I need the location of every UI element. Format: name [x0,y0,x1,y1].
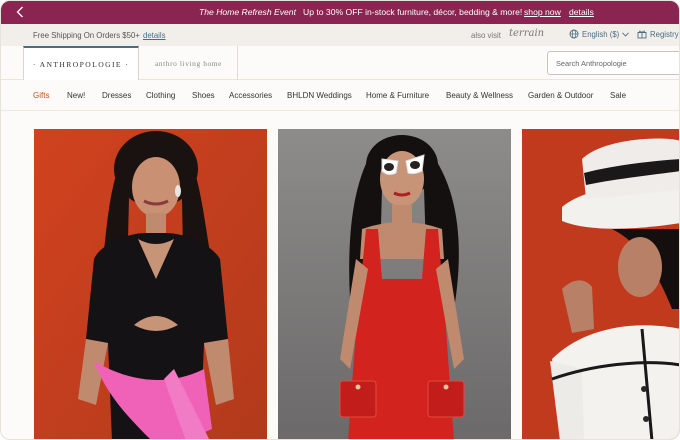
nav-item-new[interactable]: New! [67,91,85,100]
nav-item-accessories[interactable]: Accessories [229,91,272,100]
product-image [278,129,511,439]
product-tile[interactable] [278,129,511,439]
promo-banner: The Home Refresh Event Up to 30% OFF in-… [1,1,679,24]
registry-label: Registry [650,29,679,39]
globe-icon [569,29,579,39]
language-label: English ($) [582,29,620,39]
language-selector[interactable]: English ($) [569,29,630,39]
nav-item-garden-outdoor[interactable]: Garden & Outdoor [528,91,593,100]
promo-details-link[interactable]: details [569,7,594,17]
utility-bar: Free Shipping On Orders $50+ details als… [1,24,679,46]
promo-offer-text: Up to 30% OFF in-stock furniture, décor,… [303,7,523,17]
nav-item-sale[interactable]: Sale [610,91,626,100]
terrain-logo-link[interactable]: terrain [509,28,544,39]
product-tile[interactable] [522,129,679,439]
nav-item-bhldn-weddings[interactable]: BHLDN Weddings [287,91,352,100]
nav-item-gifts[interactable]: Gifts [33,91,49,100]
gift-icon [637,30,647,39]
chevron-left-icon[interactable] [13,5,27,19]
nav-item-home-furniture[interactable]: Home & Furniture [366,91,429,100]
chevron-down-icon [622,31,630,37]
nav-item-clothing[interactable]: Clothing [146,91,175,100]
also-visit-label: also visit [471,31,501,40]
free-shipping-text: Free Shipping On Orders $50+ [33,31,140,40]
product-tile[interactable] [34,129,267,439]
browser-page: The Home Refresh Event Up to 30% OFF in-… [0,0,680,440]
nav-item-shoes[interactable]: Shoes [192,91,215,100]
anthro-living-home-tab[interactable]: anthro living home [140,46,238,80]
search-input[interactable]: Search Anthropologie [547,51,679,75]
brand-row: · ANTHROPOLOGIE · anthro living home Sea… [1,46,679,80]
promo-event-title: The Home Refresh Event [199,7,296,17]
main-navigation: Gifts New! Dresses Clothing Shoes Access… [1,81,679,111]
shipping-details-link[interactable]: details [143,31,166,40]
product-image [34,129,267,439]
nav-item-dresses[interactable]: Dresses [102,91,131,100]
registry-link[interactable]: Registry [637,29,679,39]
nav-item-beauty-wellness[interactable]: Beauty & Wellness [446,91,513,100]
shop-now-link[interactable]: shop now [524,7,561,17]
anthropologie-logo-tab[interactable]: · ANTHROPOLOGIE · [23,46,139,80]
product-image [522,129,679,439]
